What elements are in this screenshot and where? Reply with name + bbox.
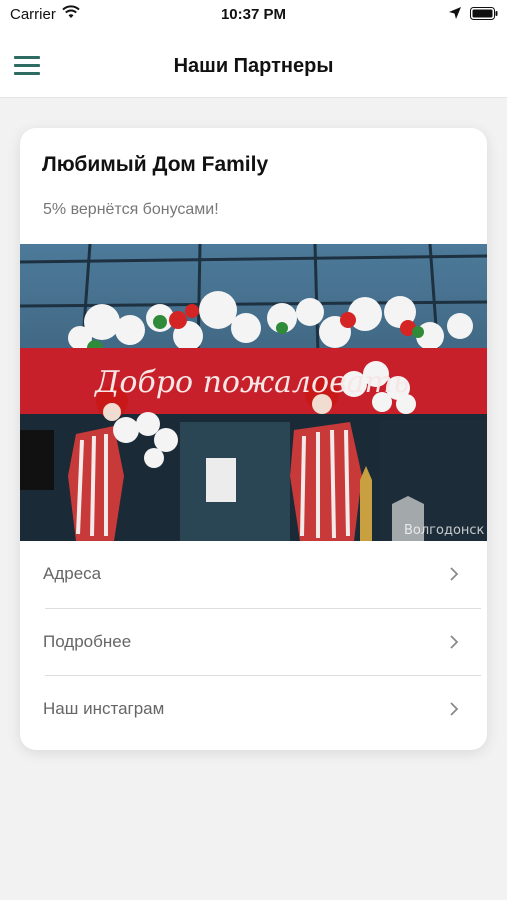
- chevron-right-icon: [450, 567, 459, 581]
- bonus-text: 5% вернётся бонусами!: [43, 201, 219, 218]
- addresses-label: Адреса: [43, 564, 102, 583]
- partner-name: Любимый Дом Family: [42, 153, 269, 176]
- instagram-label: Наш инстаграм: [43, 699, 165, 718]
- status-time: 10:37 PM: [220, 6, 287, 23]
- battery-icon: [470, 7, 498, 20]
- details-label: Подробнее: [43, 632, 132, 651]
- details-row[interactable]: Подробнее: [20, 609, 487, 675]
- status-bar: Carrier 10:37 PM: [0, 0, 507, 30]
- instagram-row[interactable]: Наш инстаграм: [20, 676, 487, 742]
- chevron-right-icon: [450, 635, 459, 649]
- photo-banner-text: Добро пожаловать: [93, 365, 409, 400]
- location-arrow-icon: [449, 7, 461, 19]
- partner-photo: Добро пожаловать Волгодонск: [20, 244, 487, 541]
- chevron-right-icon: [450, 702, 459, 716]
- photo-watermark: Волгодонск: [404, 523, 485, 538]
- addresses-row[interactable]: Адреса: [20, 541, 487, 607]
- page-title: Наши Партнеры: [173, 55, 334, 77]
- navigation-bar: Наши Партнеры: [0, 30, 507, 98]
- partner-card: Любимый Дом Family 5% вернётся бонусами!: [20, 128, 487, 750]
